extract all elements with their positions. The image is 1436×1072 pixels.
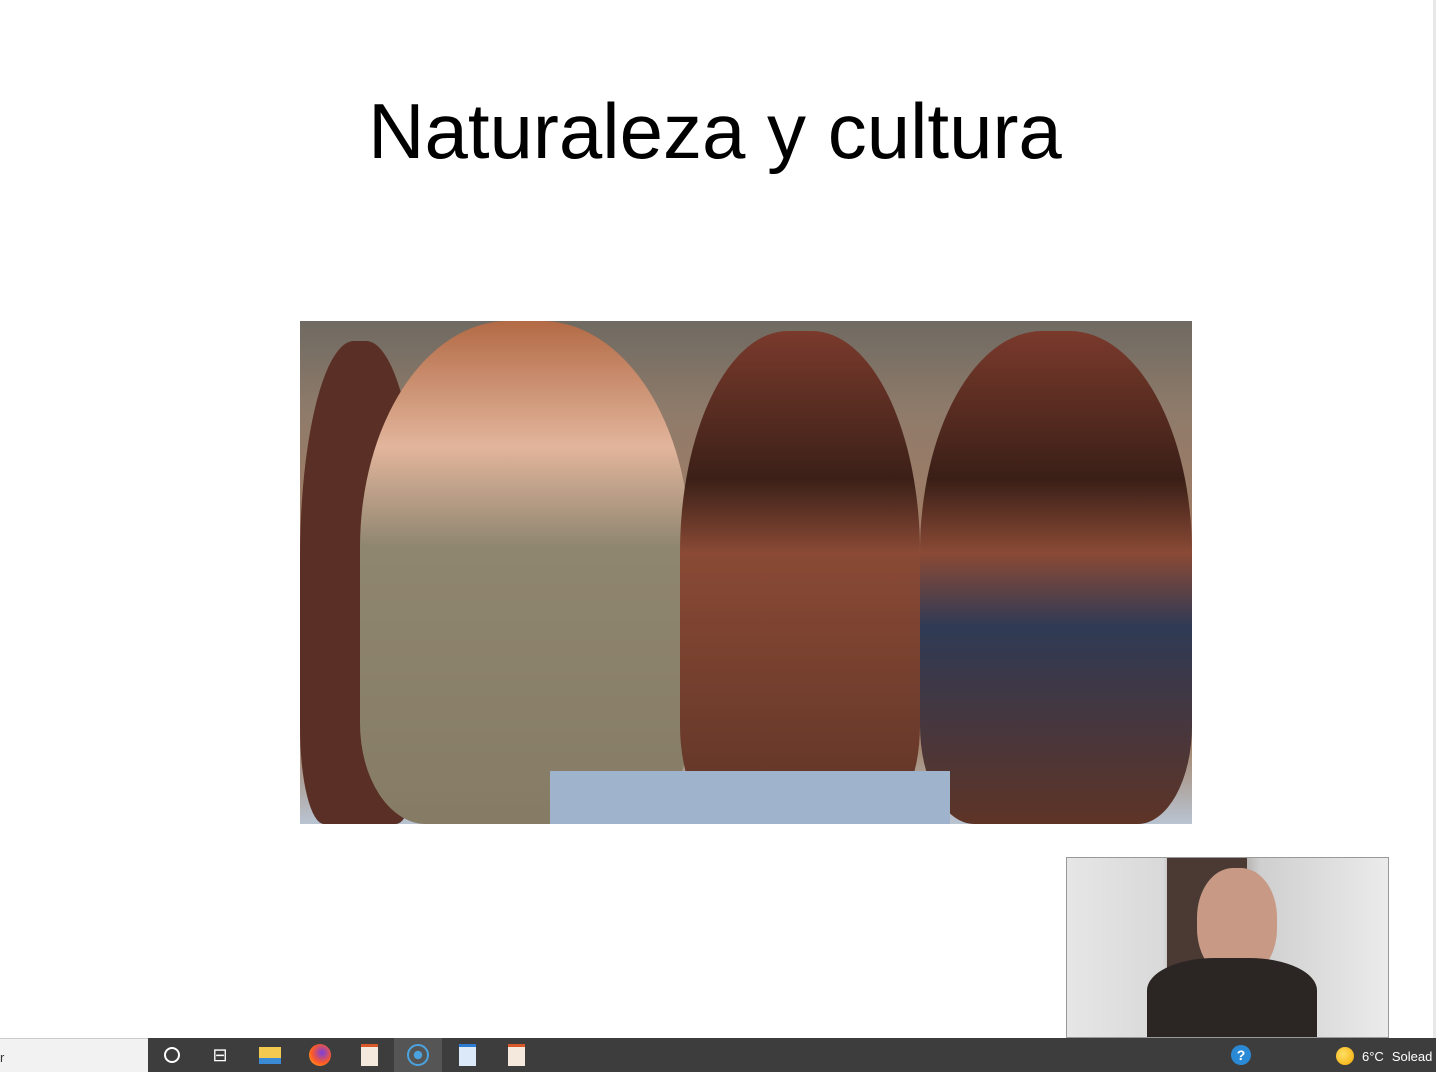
taskbar-search-input[interactable]: r [0,1038,148,1072]
slide-photo [300,321,1192,824]
firefox-icon [309,1044,331,1066]
task-view-button[interactable]: ⊟ [196,1038,244,1072]
cortana-button[interactable] [148,1038,196,1072]
writer-button[interactable] [443,1038,491,1072]
webcam-overlay[interactable] [1066,857,1389,1038]
sun-icon [1336,1047,1354,1065]
presentation-icon [507,1044,525,1066]
presentation-icon [360,1044,378,1066]
slide-title: Naturaleza y cultura [368,87,1062,175]
taskbar: r ⊟ ? 6°C Solead [0,1038,1436,1072]
document-icon [458,1044,476,1066]
impress-button[interactable] [345,1038,393,1072]
impress-button-2[interactable] [492,1038,540,1072]
help-button[interactable]: ? [1217,1038,1265,1072]
help-icon: ? [1231,1045,1251,1065]
circle-icon [164,1047,180,1063]
folder-icon [259,1046,281,1064]
file-explorer-button[interactable] [246,1038,294,1072]
recorder-button[interactable] [394,1038,442,1072]
weather-widget[interactable]: 6°C Solead [1336,1047,1432,1065]
firefox-button[interactable] [296,1038,344,1072]
weather-condition: Solead [1391,1048,1433,1064]
weather-temp: 6°C [1362,1048,1384,1064]
record-icon [407,1044,429,1066]
task-view-icon: ⊟ [212,1044,228,1065]
